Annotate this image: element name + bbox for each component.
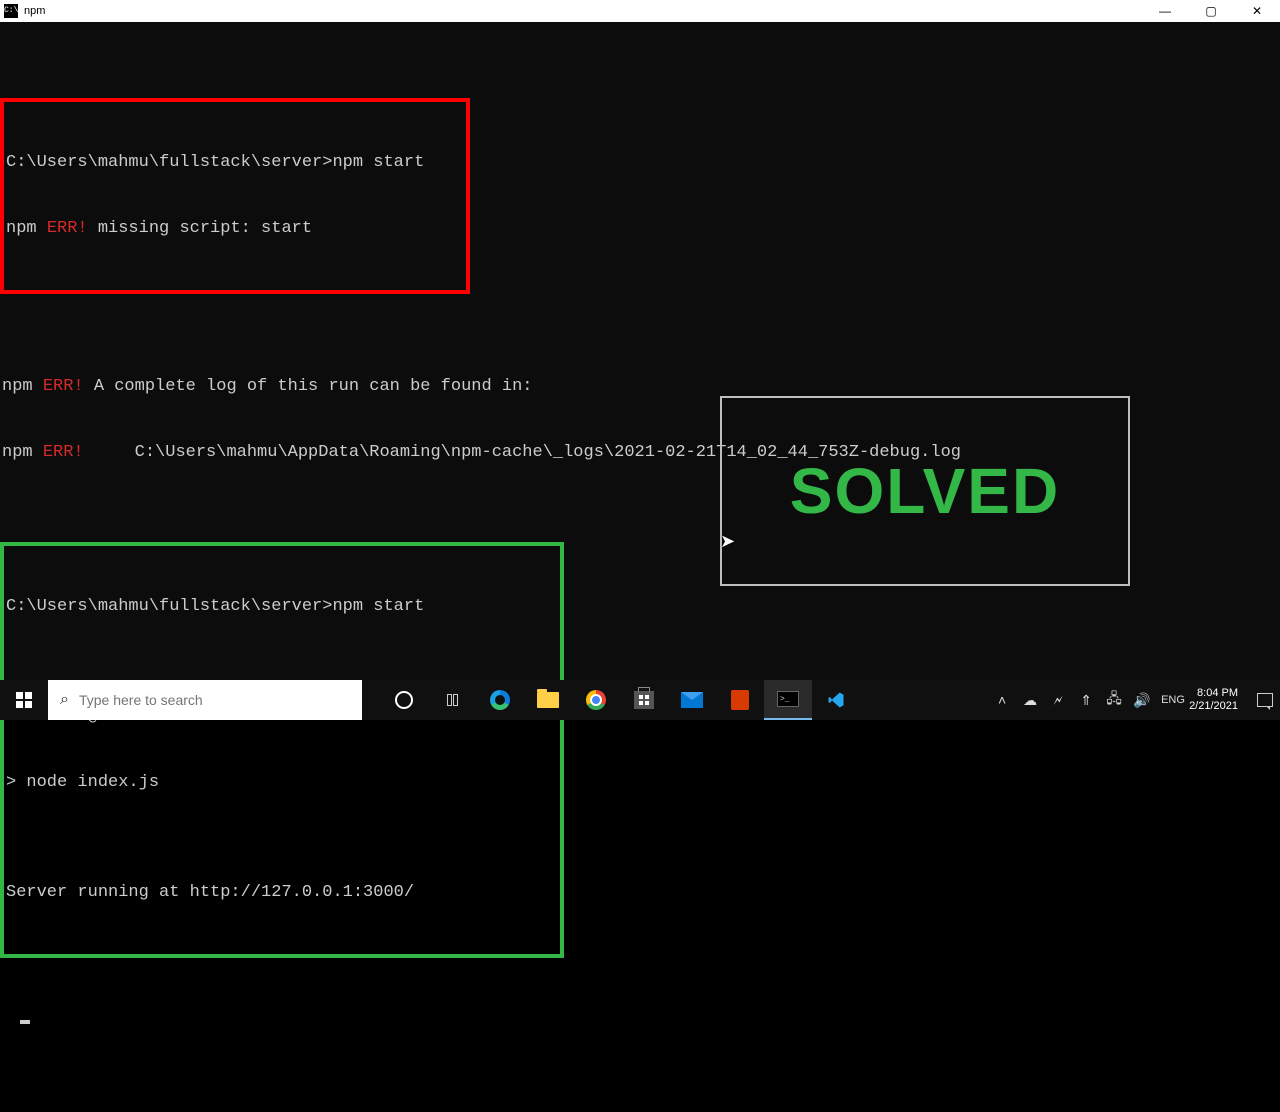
cmd-app-icon: C:\: [4, 4, 18, 18]
terminal-line: > node index.js: [4, 772, 560, 794]
tray-update-icon[interactable]: ⇑: [1077, 692, 1095, 709]
taskbar-app-store[interactable]: [620, 680, 668, 720]
tray-volume-icon[interactable]: 🔊: [1133, 692, 1151, 709]
tray-onedrive-icon[interactable]: ☁: [1021, 692, 1039, 709]
store-icon: [634, 691, 654, 709]
task-view-icon: [447, 694, 458, 706]
command-text: npm start: [332, 153, 424, 172]
terminal-line: C:\Users\mahmu\fullstack\server>npm star…: [4, 596, 560, 618]
chrome-icon: [586, 690, 606, 710]
terminal-line: npm ERR! missing script: start: [4, 218, 466, 240]
success-highlight-box: C:\Users\mahmu\fullstack\server>npm star…: [0, 542, 564, 958]
solved-callout-box: SOLVED: [720, 396, 1130, 586]
taskbar-app-mail[interactable]: [668, 680, 716, 720]
minimize-button[interactable]: —: [1142, 0, 1188, 22]
error-message: missing script: start: [88, 219, 312, 238]
npm-label: npm: [2, 377, 43, 396]
mail-icon: [681, 692, 703, 708]
prompt-path: C:\Users\mahmu\fullstack\server>: [6, 153, 332, 172]
npm-label: npm: [2, 443, 43, 462]
maximize-button[interactable]: ▢: [1188, 0, 1234, 22]
terminal-line: npm ERR! A complete log of this run can …: [0, 376, 1280, 398]
tray-power-icon[interactable]: 🗲: [1049, 692, 1067, 709]
vscode-icon: [827, 691, 845, 709]
window-controls: — ▢ ✕: [1142, 0, 1280, 22]
err-label: ERR!: [43, 443, 84, 462]
action-center-button[interactable]: [1256, 680, 1274, 720]
cortana-icon: [395, 691, 413, 709]
taskbar-app-office[interactable]: [716, 680, 764, 720]
terminal-body[interactable]: C:\Users\mahmu\fullstack\server>npm star…: [0, 22, 1280, 680]
clock-date: 2/21/2021: [1189, 700, 1238, 713]
office-icon: [731, 690, 749, 710]
windows-logo-icon: [639, 695, 649, 705]
system-tray: ˄ ☁ 🗲 ⇑ 🖧 🔊 ENG 8:04 PM 2/21/2021: [987, 680, 1280, 720]
taskbar-app-chrome[interactable]: [572, 680, 620, 720]
taskbar-app-cmd[interactable]: >_: [764, 680, 812, 720]
solved-label: SOLVED: [790, 480, 1060, 502]
tray-chevron-up-icon[interactable]: ˄: [993, 692, 1011, 708]
taskbar-app-explorer[interactable]: [524, 680, 572, 720]
taskbar: ⌕ >_: [0, 680, 1280, 720]
err-label: ERR!: [43, 377, 84, 396]
tray-network-icon[interactable]: 🖧: [1105, 688, 1123, 712]
search-input[interactable]: [79, 692, 350, 708]
terminal-cursor: [20, 1020, 30, 1024]
start-button[interactable]: [0, 680, 48, 720]
notification-icon: [1257, 693, 1273, 707]
cortana-button[interactable]: [380, 680, 428, 720]
terminal-line: Server running at http://127.0.0.1:3000/: [4, 882, 560, 904]
search-icon: ⌕: [60, 691, 69, 709]
edge-icon: [490, 690, 510, 710]
taskbar-center: >_: [362, 680, 987, 720]
windows-logo-icon: [16, 692, 32, 708]
close-button[interactable]: ✕: [1234, 0, 1280, 22]
error-highlight-box: C:\Users\mahmu\fullstack\server>npm star…: [0, 98, 470, 294]
taskbar-search[interactable]: ⌕: [48, 680, 362, 720]
log-message: A complete log of this run can be found …: [84, 377, 533, 396]
cmd-icon: >_: [777, 691, 799, 707]
terminal-line: C:\Users\mahmu\fullstack\server>npm star…: [4, 152, 466, 174]
window-title: npm: [24, 5, 45, 17]
titlebar-left: C:\ npm: [0, 4, 45, 18]
err-label: ERR!: [47, 219, 88, 238]
clock-time: 8:04 PM: [1189, 687, 1238, 700]
tray-language[interactable]: ENG: [1161, 694, 1179, 706]
task-view-button[interactable]: [428, 680, 476, 720]
taskbar-app-vscode[interactable]: [812, 680, 860, 720]
taskbar-clock[interactable]: 8:04 PM 2/21/2021: [1189, 687, 1242, 713]
npm-label: npm: [6, 219, 47, 238]
window-titlebar: C:\ npm — ▢ ✕: [0, 0, 1280, 22]
taskbar-app-edge[interactable]: [476, 680, 524, 720]
folder-icon: [537, 692, 559, 708]
